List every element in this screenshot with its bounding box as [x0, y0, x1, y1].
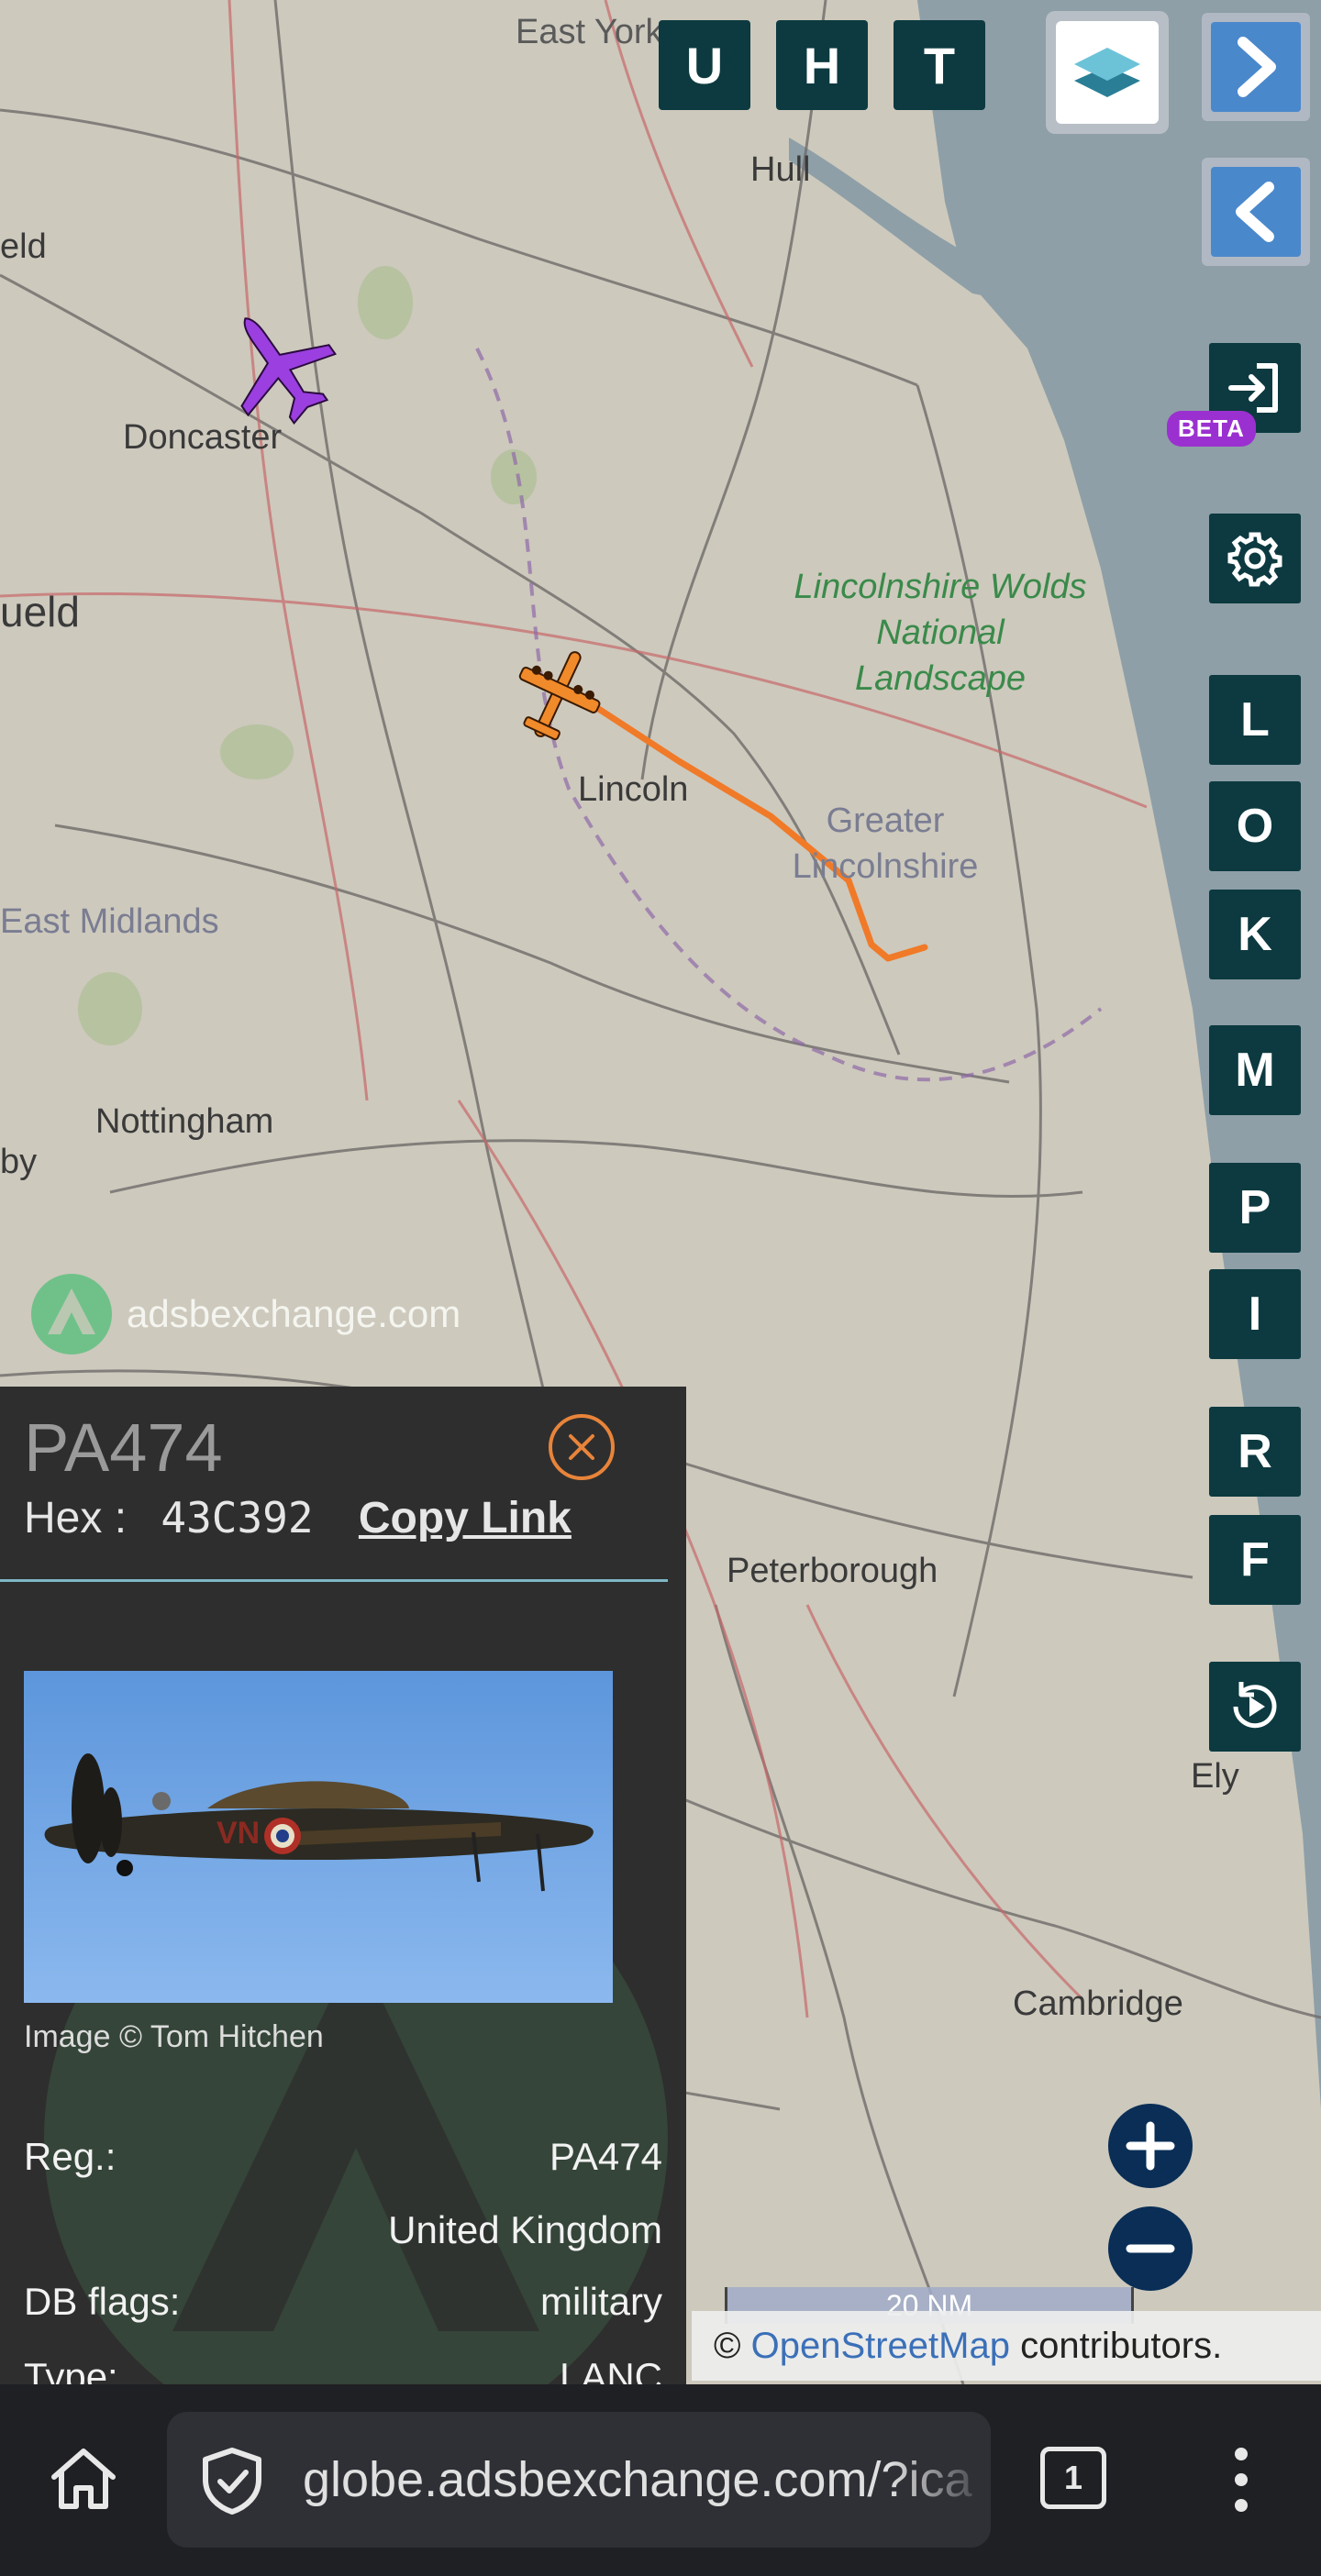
map-label-ely: Ely — [1191, 1757, 1239, 1796]
type-value: LANC — [559, 2355, 662, 2384]
map-label-greater-lincolnshire: Greater Lincolnshire — [792, 802, 979, 886]
toggle-button-o[interactable]: O — [1209, 781, 1301, 871]
minus-icon — [1126, 2244, 1175, 2253]
close-panel-button[interactable] — [549, 1414, 615, 1480]
home-button[interactable] — [42, 2438, 125, 2520]
prev-button[interactable] — [1202, 158, 1310, 266]
map-label-peterborough: Peterborough — [727, 1552, 938, 1590]
layers-icon — [1074, 48, 1140, 97]
map-label-east-york: East York — [516, 13, 663, 51]
svg-text:VN: VN — [216, 1816, 260, 1851]
toggle-button-t[interactable]: T — [894, 20, 985, 110]
aircraft-marker-other[interactable] — [209, 301, 347, 429]
shield-check-icon — [203, 2448, 261, 2515]
attribution-suffix: contributors. — [1009, 2326, 1223, 2366]
more-vert-icon — [1235, 2448, 1248, 2512]
toggle-button-i[interactable]: I — [1209, 1269, 1301, 1359]
db-flags-label: DB flags: — [24, 2280, 181, 2323]
aircraft-callsign: PA474 — [24, 1410, 223, 1486]
reg-label: Reg.: — [24, 2135, 117, 2178]
close-icon — [569, 1434, 594, 1460]
tab-count: 1 — [1063, 2459, 1083, 2496]
toggle-button-f[interactable]: F — [1209, 1515, 1301, 1605]
lancaster-photo-image: VN — [44, 1753, 594, 1892]
aircraft-photo[interactable]: VN — [24, 1671, 613, 2003]
watermark: adsbexchange.com — [29, 1273, 461, 1355]
panel-divider — [0, 1579, 668, 1582]
country-value: United Kingdom — [388, 2208, 662, 2251]
hex-row: Hex : 43C392 Copy Link — [24, 1493, 572, 1543]
tabs-button[interactable]: 1 — [1040, 2447, 1106, 2509]
db-flags-value: military — [540, 2280, 662, 2323]
zoom-in-button[interactable] — [1108, 2104, 1193, 2188]
zoom-out-button[interactable] — [1108, 2206, 1193, 2291]
toggle-button-l[interactable]: L — [1209, 675, 1301, 765]
replay-button[interactable] — [1209, 1662, 1301, 1752]
login-icon — [1228, 363, 1278, 413]
aircraft-marker-selected[interactable] — [512, 635, 604, 754]
image-credit: Image © Tom Hitchen — [24, 2019, 324, 2054]
next-button[interactable] — [1202, 13, 1310, 121]
map-label-by: by — [0, 1143, 38, 1181]
hex-value: 43C392 — [161, 1493, 314, 1542]
toggle-button-p[interactable]: P — [1209, 1163, 1301, 1253]
toggle-button-m[interactable]: M — [1209, 1025, 1301, 1115]
watermark-text: adsbexchange.com — [127, 1292, 461, 1335]
map-label-cambridge: Cambridge — [1013, 1985, 1183, 2023]
layers-button[interactable] — [1046, 11, 1169, 134]
toggle-button-u[interactable]: U — [659, 20, 750, 110]
type-label: Type: — [24, 2355, 118, 2384]
toggle-button-h[interactable]: H — [776, 20, 868, 110]
map-label-lincoln: Lincoln — [578, 770, 689, 809]
beta-badge: BETA — [1167, 411, 1256, 447]
url-text[interactable]: globe.adsbexchange.com/?ica — [303, 2412, 972, 2548]
plus-icon — [1126, 2121, 1175, 2171]
gear-icon — [1227, 532, 1282, 587]
map-attribution: © OpenStreetMap contributors. — [692, 2311, 1321, 2381]
toggle-button-k[interactable]: K — [1209, 890, 1301, 979]
settings-button[interactable] — [1209, 514, 1301, 603]
adsbexchange-logo-icon — [31, 1274, 112, 1354]
hex-label: Hex : — [24, 1494, 128, 1542]
map-label-lincolnshire-wolds: Lincolnshire Wolds National Landscape — [794, 568, 1087, 698]
map-label-eld: eld — [0, 227, 47, 266]
chevron-left-icon — [1236, 182, 1274, 242]
replay-icon — [1233, 1682, 1277, 1729]
url-bar[interactable]: globe.adsbexchange.com/?ica — [167, 2412, 991, 2548]
map-label-hull: Hull — [750, 150, 811, 189]
attribution-prefix: © — [714, 2326, 751, 2366]
home-icon — [51, 2449, 116, 2509]
map-label-east-midlands: East Midlands — [0, 902, 219, 941]
toggle-button-r[interactable]: R — [1209, 1407, 1301, 1497]
map-label-ueld: ueld — [0, 588, 80, 636]
aircraft-info-panel: PA474 Hex : 43C392 Copy Link VN Image © … — [0, 1387, 686, 2384]
map-label-nottingham: Nottingham — [95, 1102, 274, 1141]
copy-link-button[interactable]: Copy Link — [359, 1494, 572, 1542]
reg-value: PA474 — [549, 2135, 662, 2178]
menu-button[interactable] — [1218, 2436, 1264, 2524]
chevron-right-icon — [1238, 37, 1276, 97]
browser-toolbar: globe.adsbexchange.com/?ica 1 — [0, 2384, 1321, 2576]
openstreetmap-link[interactable]: OpenStreetMap — [751, 2326, 1010, 2366]
